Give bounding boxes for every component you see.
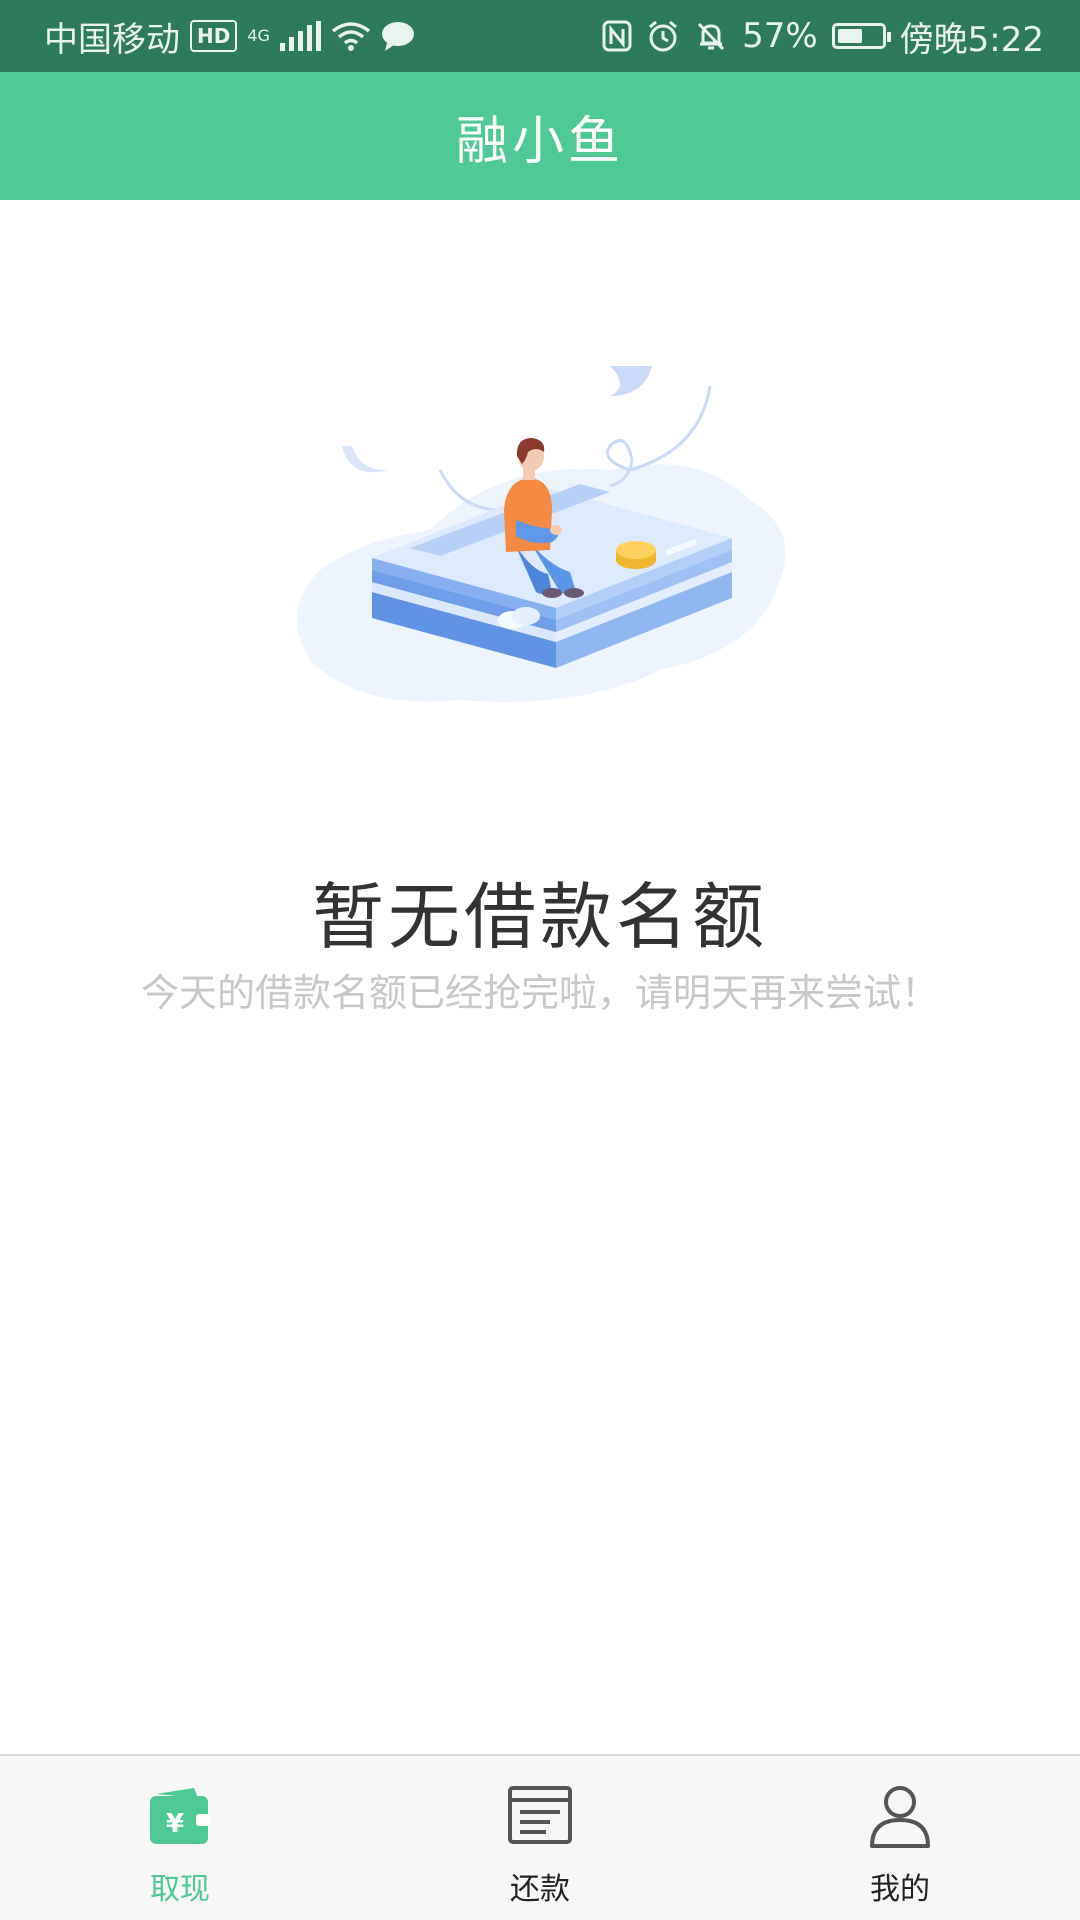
nfc-icon [602,20,632,52]
bottom-nav: ¥ 取现 还款 我的 [0,1754,1080,1920]
nav-label-mine: 我的 [870,1872,930,1907]
app-bar: 融小鱼 [0,72,1080,200]
empty-state-subtitle: 今天的借款名额已经抢完啦，请明天再来尝试！ [140,971,939,1015]
nav-label-repay: 还款 [510,1872,570,1907]
empty-state-illustration [297,366,786,702]
message-icon [381,22,414,51]
hd-badge: HD [190,20,238,52]
bell-muted-icon [697,22,725,51]
document-icon [508,1786,572,1844]
wifi-icon [331,22,370,51]
status-right: 57% 傍晚5:22 [602,12,1044,61]
nav-item-withdraw[interactable]: ¥ 取现 [0,1756,360,1920]
app-title: 融小鱼 [455,111,624,172]
nav-item-mine[interactable]: 我的 [720,1756,1080,1920]
network-type: 4G [247,25,270,45]
carrier-name: 中国移动 [44,19,180,60]
status-bar: 中国移动 HD 4G 57% 傍晚5:22 [0,0,1080,72]
nav-item-repay[interactable]: 还款 [360,1756,720,1920]
clock-time: 傍晚5:22 [899,19,1044,60]
battery-icon [831,23,891,49]
svg-text:¥: ¥ [166,1809,184,1839]
wallet-yen-icon: ¥ [150,1788,210,1844]
status-left: 中国移动 HD 4G [44,12,415,61]
empty-state-title: 暂无借款名额 [311,875,768,959]
paper-shape-right [610,366,652,396]
battery-percent: 57% [742,16,818,56]
alarm-icon [649,20,678,52]
signal-icon [279,21,321,51]
user-icon [870,1786,930,1848]
coin-icon [616,541,656,569]
nav-label-withdraw: 取现 [150,1872,210,1907]
paper-shape-left [342,446,390,473]
